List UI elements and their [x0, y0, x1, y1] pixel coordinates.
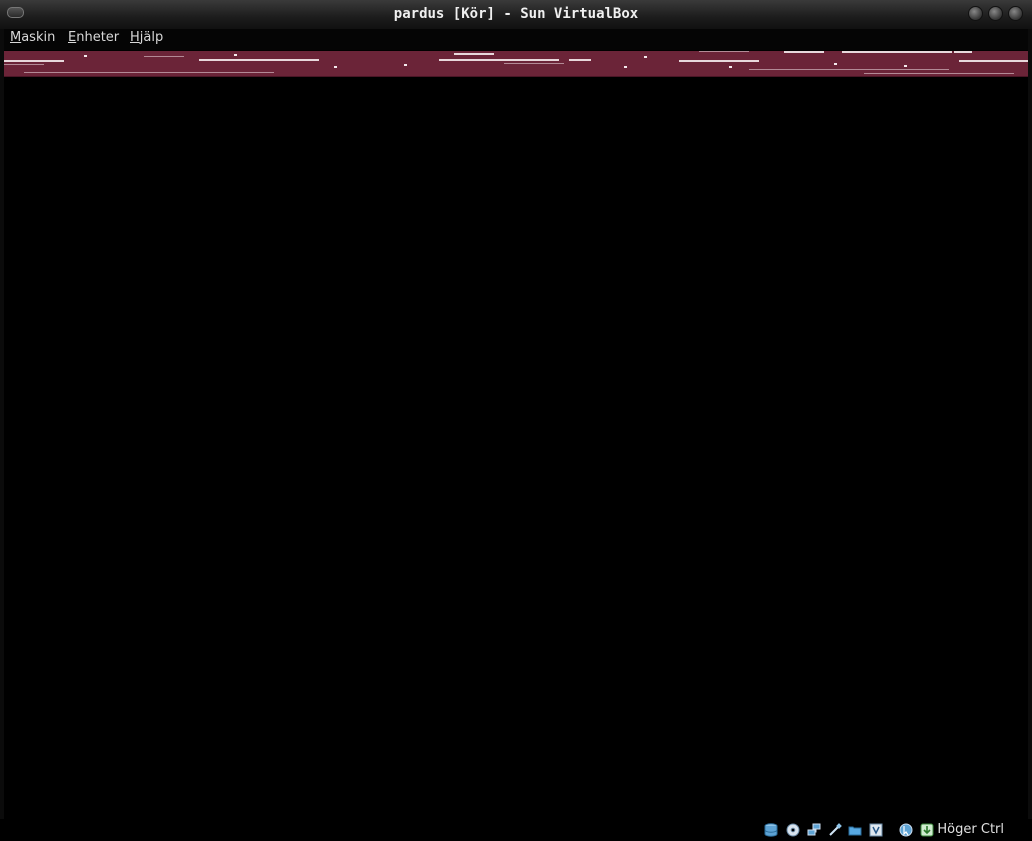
window-titlebar[interactable]: pardus [Kör] - Sun VirtualBox [0, 0, 1032, 30]
panel-glitch-line [679, 60, 759, 62]
panel-glitch-dot [334, 66, 337, 68]
panel-glitch-dot [404, 64, 407, 66]
minimize-icon[interactable] [968, 6, 983, 21]
panel-glitch-line [439, 59, 559, 61]
window-title: pardus [Kör] - Sun VirtualBox [393, 6, 639, 22]
panel-glitch-dot [234, 54, 237, 56]
panel-glitch-line [569, 59, 591, 61]
panel-glitch-line [842, 51, 952, 53]
panel-glitch-dot [624, 66, 627, 68]
panel-glitch-line [454, 53, 494, 55]
host-key-label: Höger Ctrl [937, 822, 1004, 837]
panel-glitch-line [144, 56, 184, 57]
menu-enheter[interactable]: Enheter [66, 30, 121, 45]
usb-icon[interactable] [828, 823, 842, 837]
menu-hjalp-label: jälp [139, 30, 164, 45]
menu-hjalp-mnemonic: H [130, 30, 140, 45]
mouse-integration-icon[interactable] [899, 823, 913, 837]
menu-enheter-label: nheter [76, 30, 120, 45]
panel-glitch-line [749, 69, 949, 70]
host-key-icon[interactable] [920, 823, 934, 837]
window-border-right [1028, 29, 1032, 841]
menu-maskin[interactable]: Maskin [8, 30, 57, 45]
hard-disk-icon[interactable] [764, 823, 778, 837]
network-icon[interactable] [807, 823, 821, 837]
vm-display[interactable] [4, 51, 1028, 819]
guest-panel-corrupted [4, 51, 1028, 77]
menu-maskin-label: askin [21, 30, 56, 45]
panel-glitch-line [199, 59, 319, 61]
panel-glitch-dot [729, 66, 732, 68]
panel-glitch-line [864, 73, 1014, 74]
panel-glitch-dot [644, 56, 647, 58]
panel-glitch-dot [84, 55, 87, 57]
panel-glitch-dot [904, 65, 907, 67]
optical-disk-icon[interactable] [786, 823, 800, 837]
menubar: Maskin Enheter Hjälp [0, 29, 1032, 50]
maximize-icon[interactable] [988, 6, 1003, 21]
menu-enheter-mnemonic: E [68, 30, 77, 45]
panel-glitch-line [959, 60, 1028, 62]
panel-glitch-line [954, 51, 972, 53]
menu-maskin-mnemonic: M [10, 30, 22, 45]
statusbar: Höger Ctrl [0, 819, 1032, 841]
close-icon[interactable] [1008, 6, 1023, 21]
virtualization-icon[interactable] [869, 823, 883, 837]
panel-glitch-dot [834, 63, 837, 65]
panel-glitch-line [784, 51, 824, 53]
shared-folders-icon[interactable] [848, 823, 862, 837]
panel-glitch-line [4, 60, 64, 62]
panel-glitch-line [699, 51, 749, 52]
panel-glitch-line [4, 64, 44, 65]
menu-hjalp[interactable]: Hjälp [128, 30, 165, 45]
panel-glitch-line [504, 63, 564, 64]
panel-glitch-line [24, 72, 274, 73]
